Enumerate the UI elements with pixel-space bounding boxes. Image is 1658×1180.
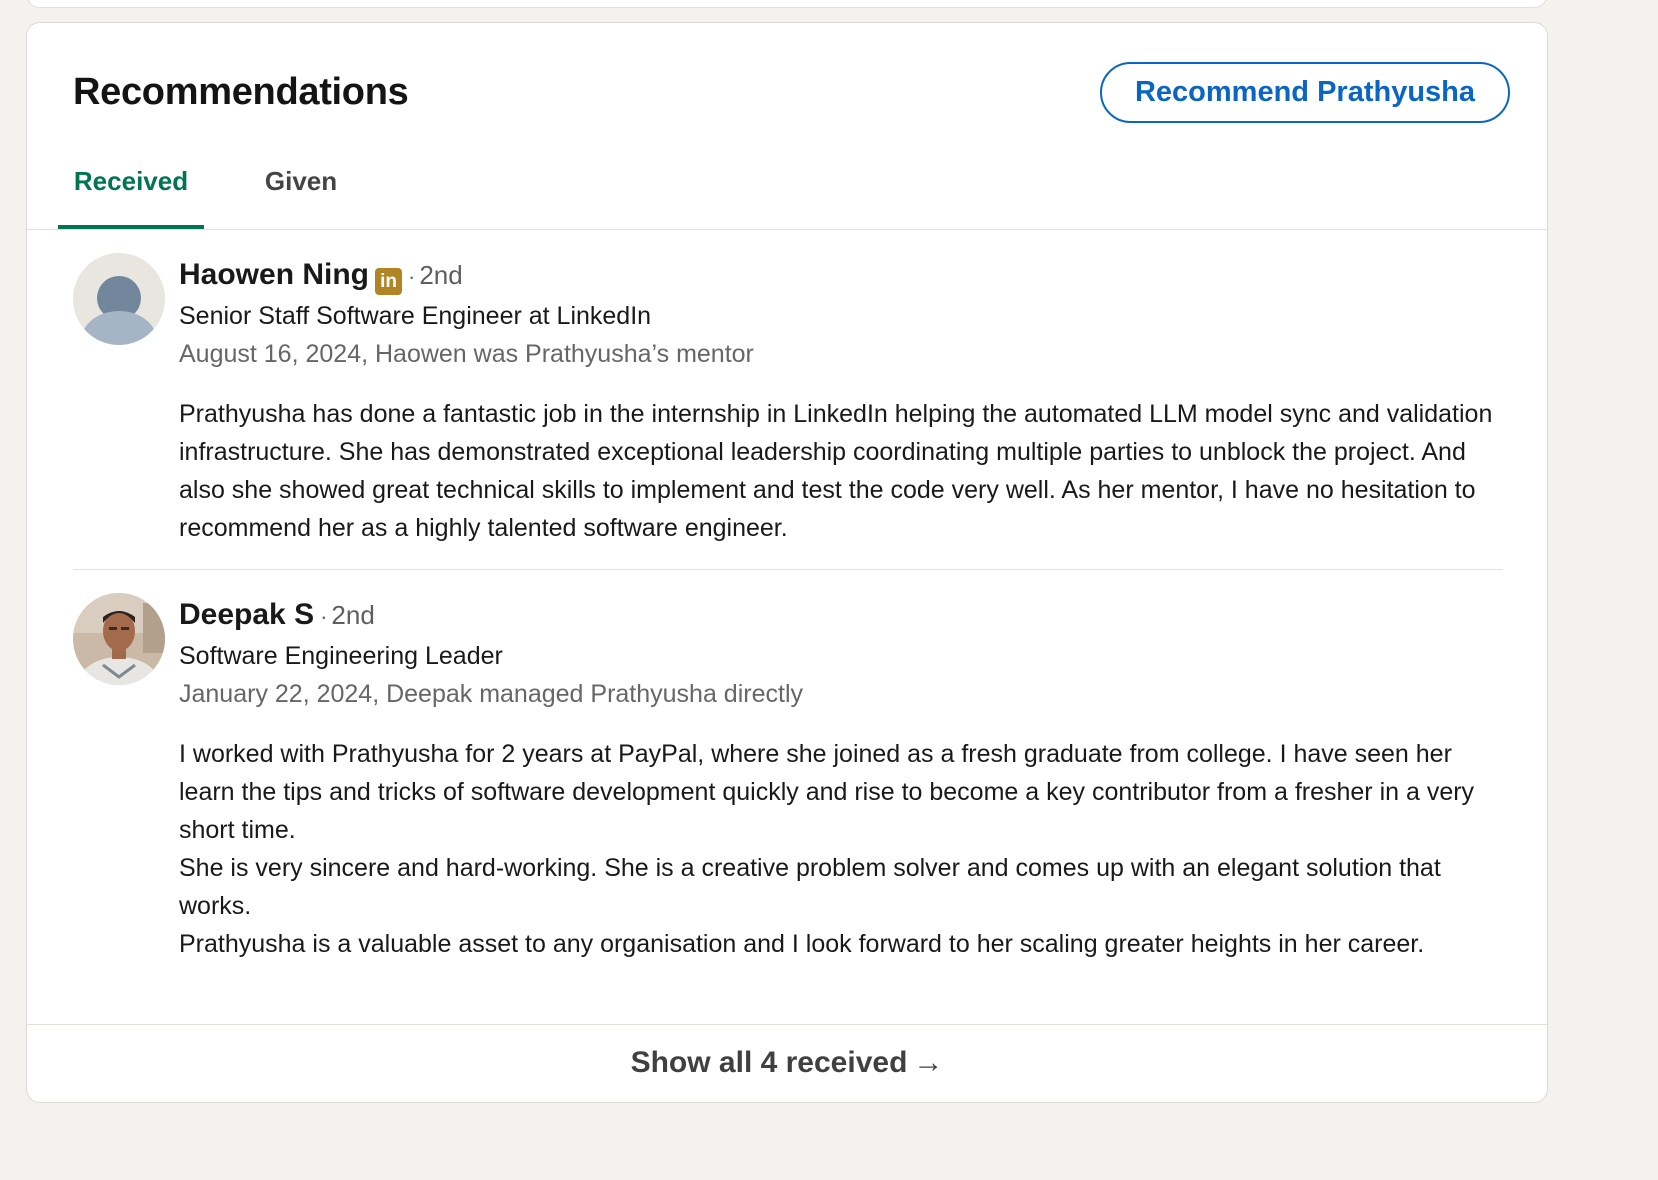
recommendation-text: I worked with Prathyusha for 2 years at … (179, 735, 1504, 963)
recommender-info: Deepak S · 2nd Software Engineering Leader… (179, 593, 1504, 963)
separator-dot: · (408, 264, 416, 289)
section-title: Recommendations (73, 71, 409, 113)
avatar[interactable] (73, 593, 165, 685)
divider (73, 569, 1503, 570)
profile-photo-icon (73, 593, 165, 685)
recommender-info: Haowen Ning in · 2nd Senior Staff Software … (179, 253, 1504, 547)
name-line: Deepak S · 2nd (179, 593, 1504, 637)
tab-given[interactable]: Given (253, 153, 349, 229)
recommendation-meta: January 22, 2024, Deepak managed Prathyu… (179, 680, 803, 708)
arrow-right-icon: → (913, 1046, 944, 1079)
recommendation-paragraph: I worked with Prathyusha for 2 years at … (179, 740, 1475, 844)
default-avatar-icon (73, 253, 165, 345)
recommendation-paragraph: Prathyusha is a valuable asset to any or… (179, 930, 1425, 958)
linkedin-icon: in (375, 268, 403, 295)
connection-degree: 2nd (419, 260, 463, 290)
recommendation-text: Prathyusha has done a fantastic job in t… (179, 400, 1493, 542)
show-all-label: Show all 4 received (630, 1046, 908, 1079)
tab-bar: Received Given (27, 153, 1547, 230)
recommender-name[interactable]: Deepak S (179, 598, 314, 631)
previous-section-card (26, 0, 1548, 8)
avatar[interactable] (73, 253, 165, 345)
name-line: Haowen Ning in · 2nd (179, 253, 1504, 297)
tab-received[interactable]: Received (58, 153, 204, 229)
recommendations-card: Recommendations Recommend Prathyusha Rec… (26, 22, 1548, 1103)
recommendation-paragraph: She is very sincere and hard-working. Sh… (179, 854, 1441, 920)
recommender-headline: Software Engineering Leader (179, 642, 503, 670)
recommendation-meta: August 16, 2024, Haowen was Prathyusha’s… (179, 340, 754, 368)
connection-degree: 2nd (331, 600, 375, 630)
recommend-button[interactable]: Recommend Prathyusha (1100, 62, 1510, 123)
recommender-headline: Senior Staff Software Engineer at Linked… (179, 302, 652, 330)
separator-dot: · (320, 604, 328, 629)
show-all-received-button[interactable]: Show all 4 received → (27, 1024, 1547, 1102)
recommender-name[interactable]: Haowen Ning (179, 258, 369, 291)
